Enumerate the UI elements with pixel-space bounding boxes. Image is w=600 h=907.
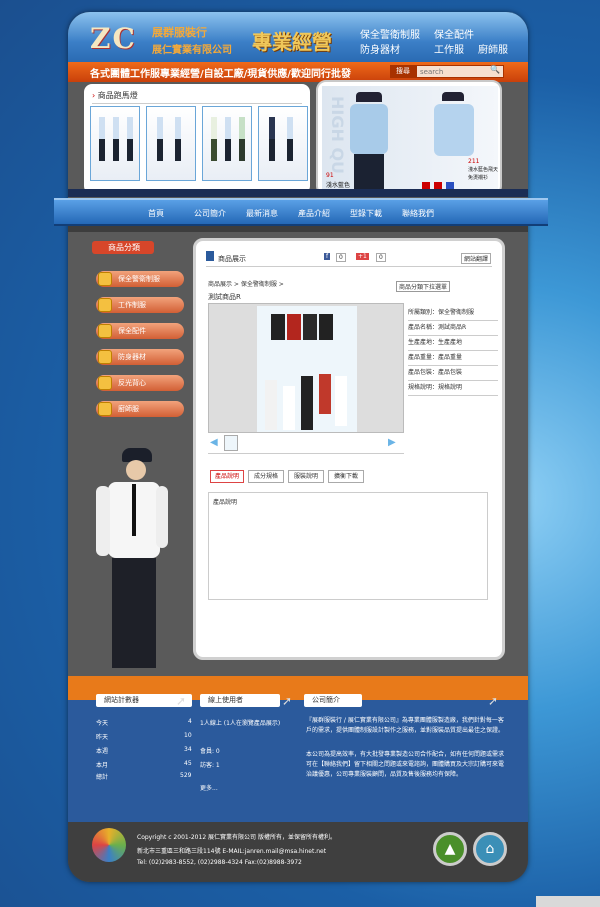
header-ribbon [68, 189, 528, 197]
tab-content-text: 產品說明 [213, 499, 238, 506]
nav-contact[interactable]: 聯絡我們 [402, 208, 434, 219]
site-header: ZC 展群服裝行 展仁實業有限公司 專業經營 保全警衛制服 保全配件 防身器材 … [68, 12, 528, 62]
marquee-thumb[interactable] [202, 106, 252, 181]
company-name-1: 展群服裝行 [152, 26, 207, 39]
nav-news[interactable]: 最新消息 [246, 208, 278, 219]
online-more-link[interactable]: 更多... [200, 783, 218, 792]
site-logo[interactable]: ZC [90, 22, 137, 55]
tab-download[interactable]: 擴衡下載 [328, 470, 364, 483]
company-name-2: 展仁實業有限公司 [152, 45, 232, 56]
service-5: 廚師服 [478, 45, 508, 56]
thumbnail[interactable] [224, 435, 238, 451]
footer-copyright: Copyright c 2001-2012 展仁實業有限公司 版權所有，並保留所… [137, 834, 336, 841]
marquee-thumb[interactable] [258, 106, 308, 181]
spec-row: 所屬類別：保全警衛制服 [408, 307, 498, 321]
section-title: 商品展示 [218, 255, 246, 263]
arrow-icon: ➚ [176, 694, 187, 708]
online-guests: 訪客: 1 [200, 762, 220, 769]
next-arrow-icon[interactable]: ▶ [388, 437, 396, 448]
breadcrumb[interactable]: 商品展示 > 保全警衛制服 > [208, 279, 284, 288]
slogan: 專業經營 [252, 30, 332, 54]
product-marquee: › 商品跑馬燈 [84, 84, 310, 194]
tagline-bar: 各式團體工作服專業經營/自設工廠/現貨供應/歡迎同行批發 搜尋 🔍 [68, 62, 528, 82]
gplus-count: 0 [376, 253, 386, 262]
footer-address: 新北市三重區三和路三段114號 E-MAIL:janren.mail@msa.h… [137, 848, 327, 855]
folder-icon [98, 298, 112, 312]
marquee-title: › 商品跑馬燈 [92, 90, 302, 104]
category-select[interactable]: 商品分類下拉選單 [396, 281, 451, 292]
arrow-icon: ➚ [488, 694, 499, 708]
spec-row: 產品名稱：測試商品R [408, 322, 498, 336]
online-header: 線上使用者 [200, 694, 280, 707]
online-members: 會員: 0 [200, 748, 220, 755]
category-security-accessories[interactable]: 保全配件 [96, 323, 184, 339]
service-3: 防身器材 [360, 45, 400, 56]
nav-catalog[interactable]: 型錄下載 [350, 208, 382, 219]
category-header: 商品分類 [92, 241, 154, 254]
marquee-thumb[interactable] [146, 106, 196, 181]
spec-row: 產品重量：產品重量 [408, 352, 498, 366]
folder-icon [98, 376, 112, 390]
product-image[interactable] [208, 303, 404, 433]
spec-row: 規格說明：規格說明 [408, 382, 498, 396]
search-icon[interactable]: 🔍 [490, 65, 500, 74]
folder-icon [98, 272, 112, 286]
category-reflective-vest[interactable]: 反光背心 [96, 375, 184, 391]
nav-products[interactable]: 產品介紹 [298, 208, 330, 219]
tab-content: 產品說明 [208, 492, 488, 600]
category-security-uniform[interactable]: 保全警衛制服 [96, 271, 184, 287]
product-panel: 商品展示 f 0 +1 0 網站翻譯 商品展示 > 保全警衛制服 > 測試商品R… [193, 238, 505, 660]
spec-row: 生產產地：生產產地 [408, 337, 498, 351]
arrow-icon: ➚ [282, 694, 293, 708]
uniform-photo: HIGH QU 91 淺水藍色 211 淺水藍色飛天 免燙襯衫 [322, 86, 498, 192]
gplus-button[interactable]: +1 [356, 253, 369, 260]
facebook-count: 0 [336, 253, 346, 262]
home-button[interactable]: ⌂ [473, 832, 507, 866]
category-work-uniform[interactable]: 工作制服 [96, 297, 184, 313]
nav-shadow [68, 226, 528, 232]
tab-product-desc[interactable]: 產品說明 [210, 470, 244, 483]
service-1: 保全警衛制服 [360, 30, 420, 41]
back-to-top-button[interactable]: ▲ [433, 832, 467, 866]
footer-tel: Tel: (02)2983-8552, (02)2988-4324 Fax:(0… [137, 859, 302, 866]
footer-logo [92, 828, 126, 862]
nav-home[interactable]: 首頁 [148, 208, 164, 219]
about-para2: 本公司為提高效率，有大批發專業製造公司合作配合，如有任何問題或需求可在【聯絡我們… [306, 751, 505, 778]
folder-icon [98, 402, 112, 416]
nav-about[interactable]: 公司簡介 [194, 208, 226, 219]
marquee-thumb[interactable] [90, 106, 140, 181]
search-label: 搜尋 [390, 65, 416, 78]
grid-icon [206, 251, 214, 261]
product-name-heading: 測試商品R [208, 293, 241, 301]
category-self-defense[interactable]: 防身器材 [96, 349, 184, 365]
folder-icon [98, 350, 112, 364]
service-2: 保全配件 [434, 30, 474, 41]
tab-apparel[interactable]: 服裝說明 [288, 470, 324, 483]
guard-figure [90, 446, 170, 676]
about-header: 公司簡介 [304, 694, 362, 707]
service-4: 工作服 [434, 45, 464, 56]
main-nav: 首頁 公司簡介 最新消息 產品介紹 型錄下載 聯絡我們 [54, 198, 548, 226]
online-status: 1人線上 (1人在瀏覽產品展示) [200, 720, 281, 727]
facebook-share-icon[interactable]: f [324, 253, 331, 260]
about-para1: 『展群服裝行 / 展仁實業有限公司』為專業團體服製造廠，我們針對每一客戶的需求，… [306, 717, 505, 734]
chevron-right-icon: › [92, 91, 96, 100]
category-chef-uniform[interactable]: 廚師服 [96, 401, 184, 417]
tab-composition[interactable]: 成分規格 [248, 470, 284, 483]
featured-photo: HIGH QU 91 淺水藍色 211 淺水藍色飛天 免燙襯衫 [316, 80, 502, 196]
tagline: 各式團體工作服專業經營/自設工廠/現貨供應/歡迎同行批發 [90, 69, 351, 80]
translate-select[interactable]: 網站翻譯 [461, 253, 492, 264]
spec-row: 產品包裝：產品包裝 [408, 367, 498, 381]
prev-arrow-icon[interactable]: ◀ [210, 437, 218, 448]
taskbar [536, 896, 600, 907]
folder-icon [98, 324, 112, 338]
